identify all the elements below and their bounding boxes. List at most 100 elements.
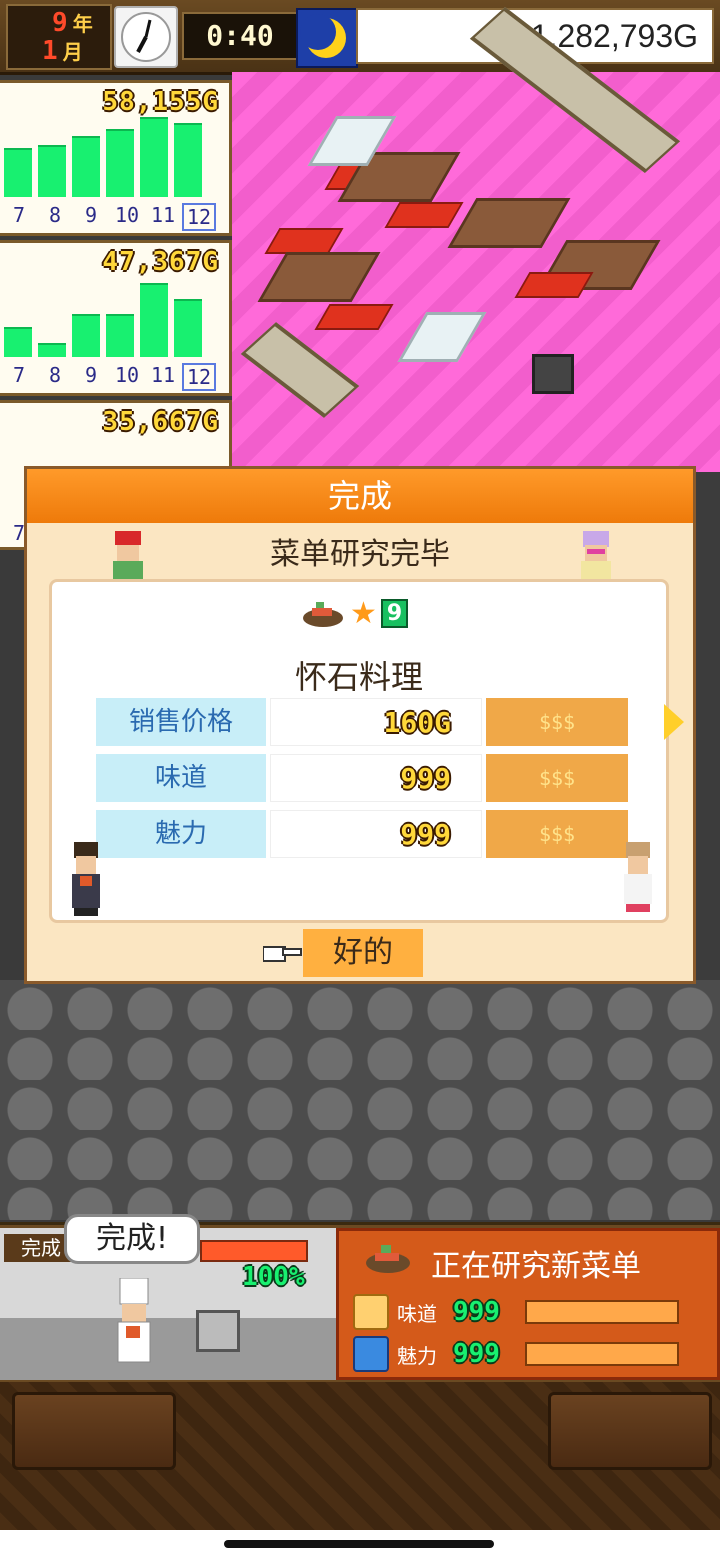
counter [240, 322, 360, 418]
date-display: 9 年 1 月 [6, 4, 112, 70]
next-arrow-icon[interactable] [664, 704, 684, 740]
customer-character-icon [575, 531, 617, 583]
white-table [397, 312, 487, 362]
booth-seat [314, 304, 394, 330]
price-value: 160G [270, 698, 482, 746]
dish-icon [363, 1241, 413, 1281]
appeal-label: 魅力 [397, 1343, 437, 1368]
revenue-bar [72, 314, 100, 357]
revenue-bar [174, 123, 202, 197]
month-display: 1 月 [42, 36, 83, 66]
progress-percent: 100% [242, 1262, 305, 1292]
revenue-value: 35,667G [102, 407, 219, 437]
revenue-bar [4, 148, 32, 197]
booth-seat [384, 202, 464, 228]
revenue-value: 58,155G [102, 87, 219, 117]
restaurant-floor[interactable] [232, 6, 720, 472]
stat-row-appeal: 魅力 999 $$$ [96, 810, 630, 858]
research-progress-bar [200, 1240, 308, 1262]
dish-level: 9 [380, 599, 409, 628]
revenue-panel[interactable]: 47,367G 7 8 9 10 11 12 [0, 240, 232, 396]
research-title: 正在研究新菜单 [431, 1249, 641, 1284]
price-label: 销售价格 [96, 698, 266, 746]
stat-row-price: 销售价格 160G $$$ [96, 698, 630, 746]
appeal-rating: $$$ [486, 810, 628, 858]
month-label: 11 [150, 203, 176, 227]
game-time: 0:40 [182, 12, 298, 60]
revenue-bar [106, 314, 134, 357]
dining-table [447, 198, 571, 248]
appeal-label: 魅力 [96, 810, 266, 858]
kitchen-counter [0, 1318, 336, 1380]
waitress-character-icon [618, 842, 658, 922]
taste-bar [525, 1300, 679, 1324]
year-unit: 年 [72, 12, 93, 36]
dish-info-card: ★ 9 怀石料理 销售价格 160G $$$ 味道 999 $$$ 魅力 999… [49, 579, 669, 923]
price-rating: $$$ [486, 698, 628, 746]
year-display: 9 年 [52, 8, 93, 38]
appeal-bar [525, 1342, 679, 1366]
dish-icon [303, 601, 343, 627]
revenue-value: 47,367G [102, 247, 219, 277]
right-menu-button[interactable] [548, 1392, 712, 1470]
taste-label: 味道 [96, 754, 266, 802]
pot-icon [196, 1310, 240, 1352]
research-complete-dialog: 完成 菜单研究完毕 ★ 9 怀石料理 销售价格 160G $$$ 味道 999 … [24, 466, 696, 984]
month-label: 7 [12, 363, 26, 387]
month-label: 11 [150, 363, 176, 387]
dialog-header: 完成 [27, 469, 693, 523]
month-label: 10 [114, 203, 140, 227]
taste-label: 味道 [397, 1301, 437, 1326]
star-icon: ★ [350, 596, 377, 631]
appeal-value: 999 [453, 1339, 500, 1369]
research-panel[interactable]: 正在研究新菜单 味道 999 魅力 999 [336, 1228, 720, 1380]
revenue-bar [174, 298, 202, 357]
booth-seat [514, 272, 594, 298]
chef-icon [110, 1277, 160, 1372]
month-label: 9 [84, 363, 98, 387]
revenue-panel[interactable]: 58,155G 7 8 9 10 11 12 [0, 80, 232, 236]
month-unit: 月 [62, 40, 83, 64]
month-label: 10 [114, 363, 140, 387]
revenue-bar [72, 135, 100, 197]
research-appeal-row: 魅力 999 [353, 1336, 713, 1372]
revenue-bar [4, 326, 32, 357]
revenue-bar [38, 145, 66, 197]
month-label: 8 [48, 363, 62, 387]
tree-area [0, 980, 720, 1220]
appeal-icon [353, 1336, 389, 1372]
left-menu-button[interactable] [12, 1392, 176, 1470]
month-label: 12 [182, 203, 216, 231]
month-label: 8 [48, 203, 62, 227]
moon-icon [296, 8, 358, 68]
pointing-hand-icon [262, 937, 303, 971]
month-label: 7 [12, 203, 26, 227]
month-axis: 7 8 9 10 11 12 [2, 363, 224, 391]
revenue-bars [4, 277, 218, 357]
revenue-bars [4, 117, 218, 197]
year-number: 9 [52, 8, 68, 38]
month-number: 1 [42, 36, 58, 66]
dish-rank: ★ 9 [300, 596, 409, 631]
tv-set [532, 354, 574, 394]
month-label: 9 [84, 203, 98, 227]
taste-icon [353, 1294, 389, 1330]
appeal-value: 999 [270, 810, 482, 858]
revenue-bar [140, 117, 168, 197]
home-indicator[interactable] [224, 1540, 494, 1548]
taste-value: 999 [270, 754, 482, 802]
taste-rating: $$$ [486, 754, 628, 802]
month-label: 12 [182, 363, 216, 391]
booth-seat [264, 228, 344, 254]
research-taste-row: 味道 999 [353, 1294, 713, 1330]
taste-value: 999 [453, 1297, 500, 1327]
revenue-bar [106, 129, 134, 197]
revenue-bar [140, 283, 168, 357]
staff-character-icon [66, 842, 106, 922]
speech-bubble: 完成! [64, 1214, 200, 1264]
month-axis: 7 8 9 10 11 12 [2, 203, 224, 231]
dining-table [257, 252, 381, 302]
ok-button[interactable]: 好的 [303, 929, 423, 977]
clock-icon [114, 6, 178, 68]
dish-name: 怀石料理 [294, 658, 423, 696]
